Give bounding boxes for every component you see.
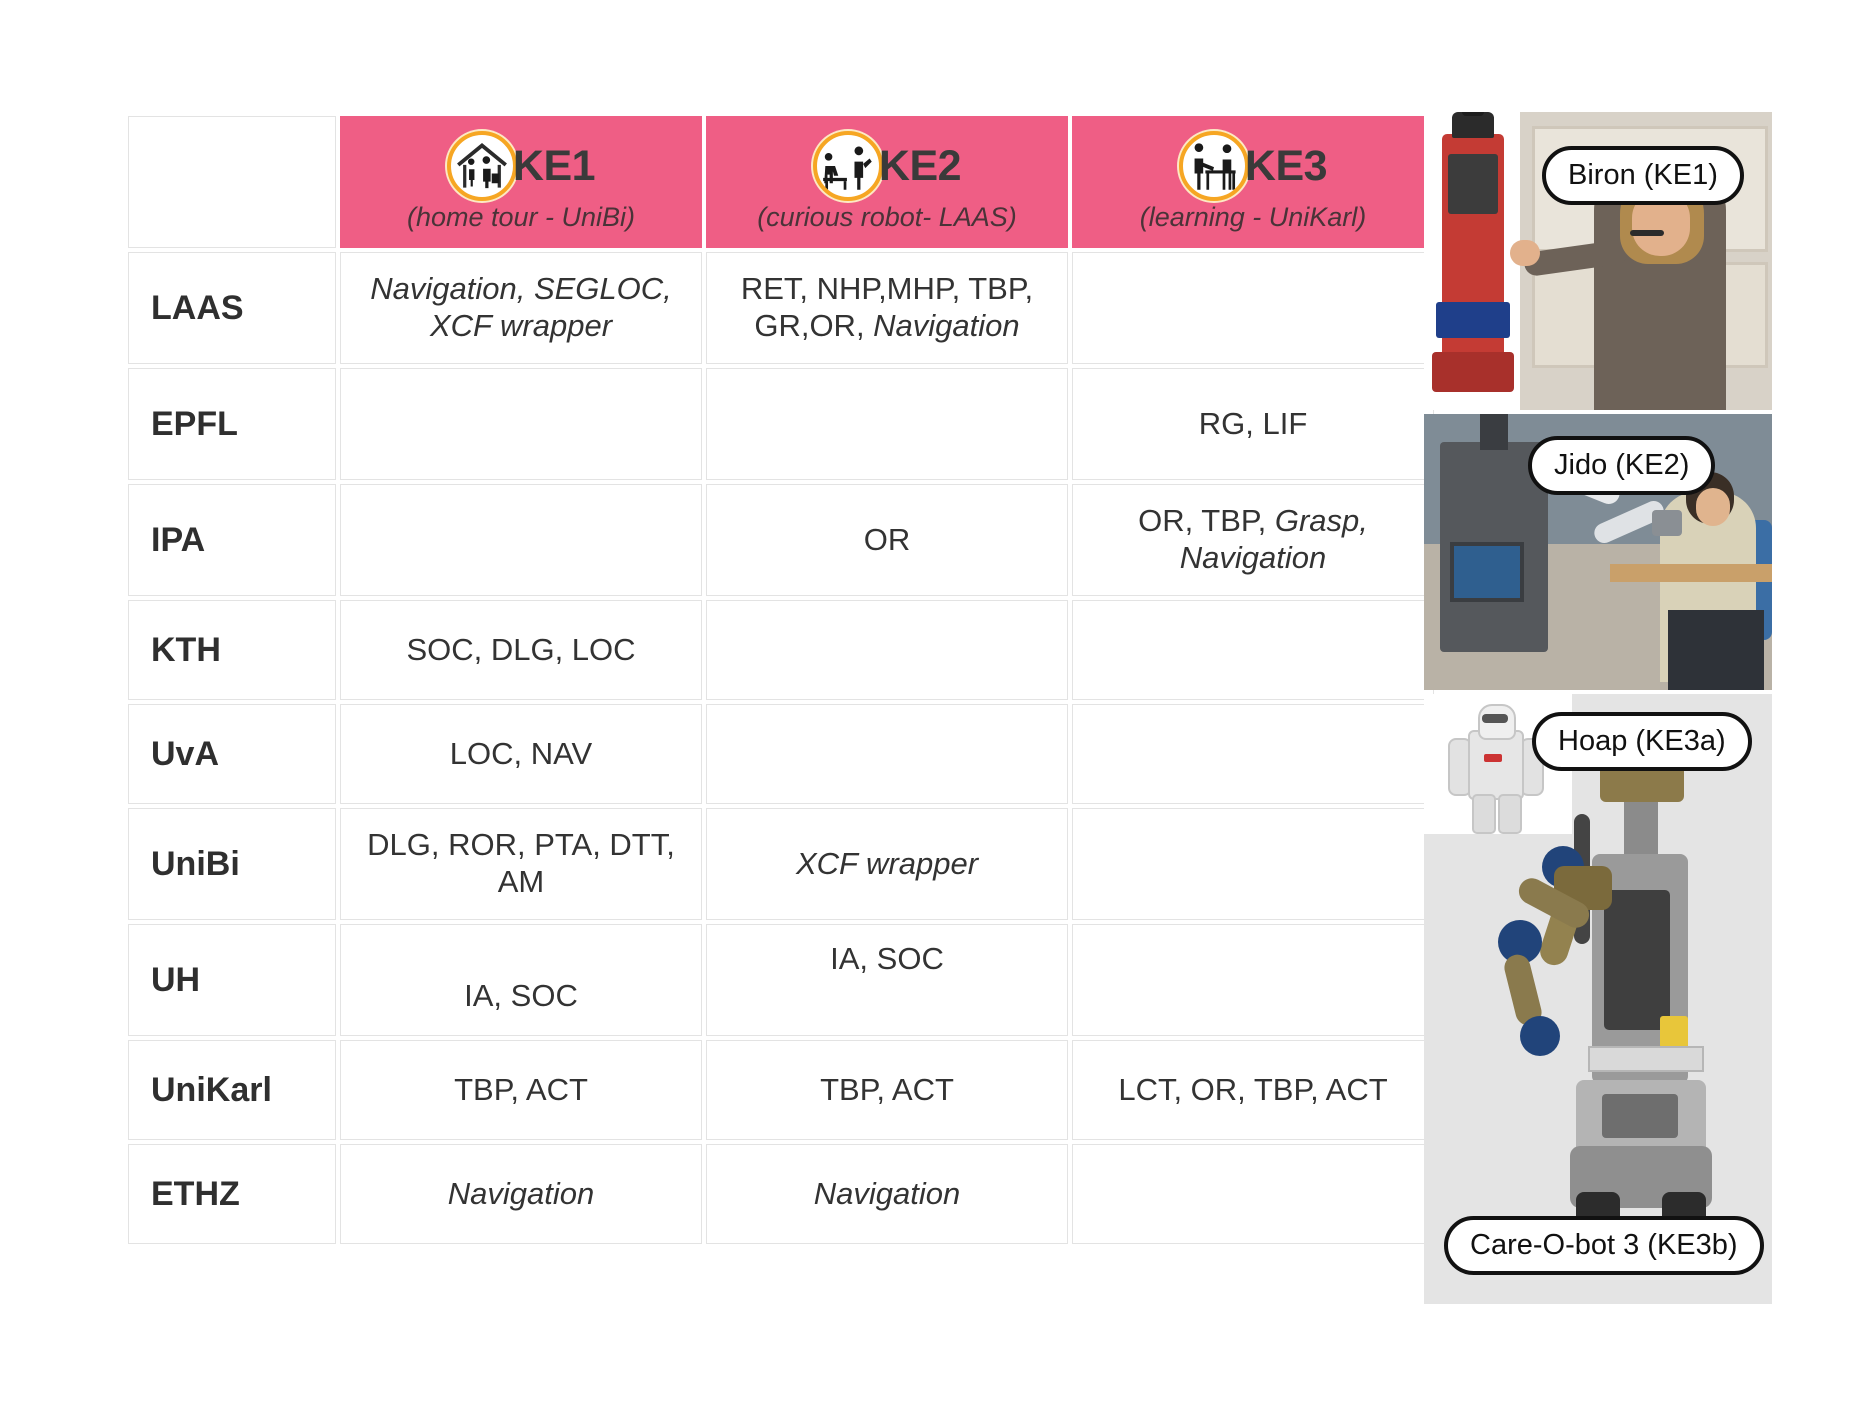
cell-laas-ke1: Navigation, SEGLOC, XCF wrapper bbox=[340, 252, 702, 364]
cell-uva-ke2 bbox=[706, 704, 1068, 804]
column-header-subtitle-ke2: (curious robot- LAAS) bbox=[757, 202, 1017, 233]
biron-person-hand bbox=[1510, 240, 1540, 266]
cob-torso-panel bbox=[1604, 890, 1670, 1030]
row-label-uh: UH bbox=[128, 924, 336, 1036]
cell-laas-ke2: RET, NHP,MHP, TBP, GR,OR, Navigation bbox=[706, 252, 1068, 364]
cell-text-italic: Navigation bbox=[873, 308, 1020, 343]
cell-ipa-ke3: OR, TBP, Grasp, Navigation bbox=[1072, 484, 1434, 596]
cell-unibi-ke1: DLG, ROR, PTA, DTT, AM bbox=[340, 808, 702, 920]
cell-uh-ke1: IA, SOC bbox=[340, 924, 702, 1036]
biron-robot-laser bbox=[1436, 302, 1510, 338]
table-row: UniBi DLG, ROR, PTA, DTT, AM XCF wrapper bbox=[128, 808, 1434, 920]
jido-person-face bbox=[1696, 488, 1730, 526]
cell-kth-ke2 bbox=[706, 600, 1068, 700]
cell-ethz-ke1: Navigation bbox=[340, 1144, 702, 1244]
cell-unikarl-ke2: TBP, ACT bbox=[706, 1040, 1068, 1140]
table-row: UH IA, SOC IA, SOC bbox=[128, 924, 1434, 1036]
cob-wrist-joint bbox=[1520, 1016, 1560, 1056]
cell-unibi-ke2: XCF wrapper bbox=[706, 808, 1068, 920]
cell-ipa-ke1 bbox=[340, 484, 702, 596]
cell-kth-ke3 bbox=[1072, 600, 1434, 700]
caption-hoap: Hoap (KE3a) bbox=[1532, 712, 1752, 772]
cell-epfl-ke3: RG, LIF bbox=[1072, 368, 1434, 480]
table-row: UniKarl TBP, ACT TBP, ACT LCT, OR, TBP, ACT bbox=[128, 1040, 1434, 1140]
jido-robot-gripper bbox=[1652, 510, 1682, 536]
hoap-chest-badge bbox=[1484, 754, 1502, 762]
row-label-laas: LAAS bbox=[128, 252, 336, 364]
jido-robot-screen bbox=[1450, 542, 1524, 602]
jido-robot-mast bbox=[1480, 414, 1508, 450]
cell-ethz-ke3 bbox=[1072, 1144, 1434, 1244]
column-header-subtitle-ke3: (learning - UniKarl) bbox=[1139, 202, 1367, 233]
table-row: LAAS Navigation, SEGLOC, XCF wrapper RET, … bbox=[128, 252, 1434, 364]
home-tour-icon bbox=[446, 131, 517, 202]
jido-table bbox=[1610, 564, 1772, 582]
column-header-title-ke3: KE3 bbox=[1244, 141, 1328, 190]
hoap-leg-right bbox=[1498, 794, 1522, 834]
cell-epfl-ke2 bbox=[706, 368, 1068, 480]
column-header-ke1[interactable]: KE1 (home tour - UniBi) bbox=[340, 116, 702, 248]
row-label-uva: UvA bbox=[128, 704, 336, 804]
row-label-unibi: UniBi bbox=[128, 808, 336, 920]
hoap-torso bbox=[1468, 730, 1524, 800]
biron-robot-panel bbox=[1448, 154, 1498, 214]
column-header-ke2[interactable]: KE2 (curious robot- LAAS) bbox=[706, 116, 1068, 248]
cob-neck bbox=[1624, 802, 1658, 858]
table-row: KTH SOC, DLG, LOC bbox=[128, 600, 1434, 700]
table-row: IPA OR OR, TBP, Grasp, Navigation bbox=[128, 484, 1434, 596]
biron-headset-mic bbox=[1630, 230, 1664, 236]
cell-unikarl-ke3: LCT, OR, TBP, ACT bbox=[1072, 1040, 1434, 1140]
cell-uva-ke1: LOC, NAV bbox=[340, 704, 702, 804]
hoap-leg-left bbox=[1472, 794, 1496, 834]
cell-text-roman: OR, TBP, bbox=[1138, 503, 1275, 539]
cell-uh-ke2: IA, SOC bbox=[706, 924, 1068, 1036]
row-label-ethz: ETHZ bbox=[128, 1144, 336, 1244]
column-header-title-ke2: KE2 bbox=[878, 141, 962, 190]
cell-ipa-ke2: OR bbox=[706, 484, 1068, 596]
cell-laas-ke3 bbox=[1072, 252, 1434, 364]
cob-tray bbox=[1588, 1046, 1704, 1072]
photo-biron: Biron (KE1) bbox=[1424, 112, 1772, 410]
curious-robot-icon bbox=[812, 131, 883, 202]
caption-care-o-bot: Care-O-bot 3 (KE3b) bbox=[1444, 1216, 1764, 1276]
cell-uh-ke3 bbox=[1072, 924, 1434, 1036]
cell-ethz-ke2: Navigation bbox=[706, 1144, 1068, 1244]
cell-epfl-ke1 bbox=[340, 368, 702, 480]
matrix-header-row: KE1 (home tour - UniBi) KE2 (curious robot-… bbox=[128, 116, 1434, 248]
cell-uva-ke3 bbox=[1072, 704, 1434, 804]
biron-robot-camera bbox=[1462, 112, 1484, 116]
caption-biron: Biron (KE1) bbox=[1542, 146, 1744, 206]
row-label-unikarl: UniKarl bbox=[128, 1040, 336, 1140]
column-header-title-ke1: KE1 bbox=[512, 141, 596, 190]
ke-contribution-matrix: KE1 (home tour - UniBi) KE2 (curious robot-… bbox=[124, 112, 1438, 1248]
table-row: UvA LOC, NAV bbox=[128, 704, 1434, 804]
row-label-ipa: IPA bbox=[128, 484, 336, 596]
robot-photo-panel: Biron (KE1) Jido (KE2) Care-O-bot 3 (KE3… bbox=[1424, 112, 1772, 1304]
table-row: ETHZ Navigation Navigation bbox=[128, 1144, 1434, 1244]
cob-base-panel bbox=[1602, 1094, 1678, 1138]
learning-icon bbox=[1178, 131, 1249, 202]
matrix-corner-cell bbox=[128, 116, 336, 248]
caption-jido: Jido (KE2) bbox=[1528, 436, 1716, 496]
table-row: EPFL RG, LIF bbox=[128, 368, 1434, 480]
biron-robot-base bbox=[1432, 352, 1514, 392]
column-header-ke3[interactable]: KE3 (learning - UniKarl) bbox=[1072, 116, 1434, 248]
cell-unikarl-ke1: TBP, ACT bbox=[340, 1040, 702, 1140]
cell-kth-ke1: SOC, DLG, LOC bbox=[340, 600, 702, 700]
slide-canvas: KE1 (home tour - UniBi) KE2 (curious robot-… bbox=[0, 0, 1873, 1401]
cell-unibi-ke3 bbox=[1072, 808, 1434, 920]
jido-person-legs bbox=[1668, 610, 1764, 690]
photo-jido: Jido (KE2) bbox=[1424, 414, 1772, 690]
row-label-epfl: EPFL bbox=[128, 368, 336, 480]
column-header-subtitle-ke1: (home tour - UniBi) bbox=[406, 202, 636, 233]
row-label-kth: KTH bbox=[128, 600, 336, 700]
cob-held-object bbox=[1660, 1016, 1688, 1048]
hoap-visor bbox=[1482, 714, 1508, 723]
